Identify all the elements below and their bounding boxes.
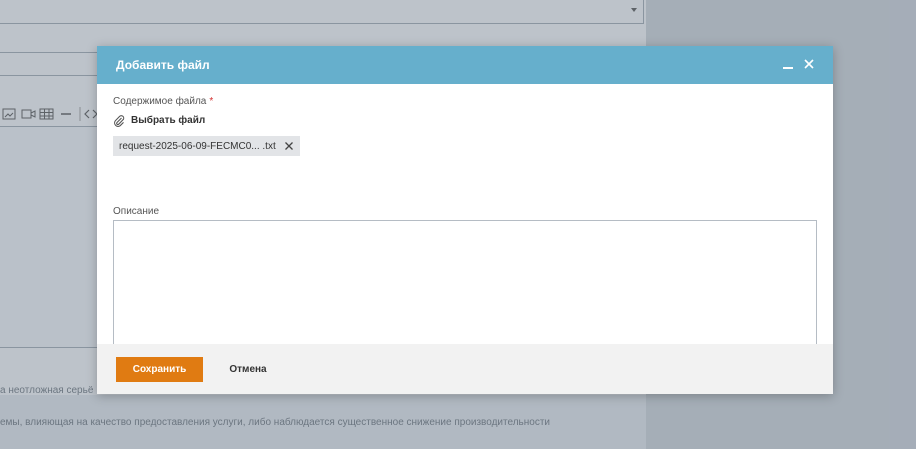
choose-file-label: Выбрать файл — [131, 114, 206, 126]
cancel-button[interactable]: Отмена — [219, 357, 277, 382]
add-file-dialog: Добавить файл Содержимое файла * Выбрать … — [97, 46, 833, 394]
description-label: Описание — [113, 206, 160, 217]
description-textarea[interactable] — [113, 220, 817, 361]
file-content-label: Содержимое файла * — [113, 96, 213, 107]
attached-file-chip: request-2025-06-09-FECMC0... .txt — [113, 136, 300, 156]
dialog-title: Добавить файл — [116, 58, 210, 72]
remove-file-icon[interactable] — [284, 141, 294, 151]
close-icon[interactable] — [800, 55, 818, 73]
required-mark: * — [209, 96, 214, 107]
dialog-footer: Сохранить Отмена — [97, 344, 833, 394]
save-button[interactable]: Сохранить — [116, 357, 203, 382]
choose-file-button[interactable]: Выбрать файл — [113, 113, 205, 127]
dialog-header: Добавить файл — [97, 46, 833, 84]
file-content-label-text: Содержимое файла — [113, 96, 207, 107]
minimize-icon[interactable] — [779, 55, 797, 73]
attached-file-name: request-2025-06-09-FECMC0... .txt — [119, 140, 276, 152]
paperclip-icon — [114, 114, 125, 127]
dialog-body: Содержимое файла * Выбрать файл request-2… — [97, 84, 833, 361]
